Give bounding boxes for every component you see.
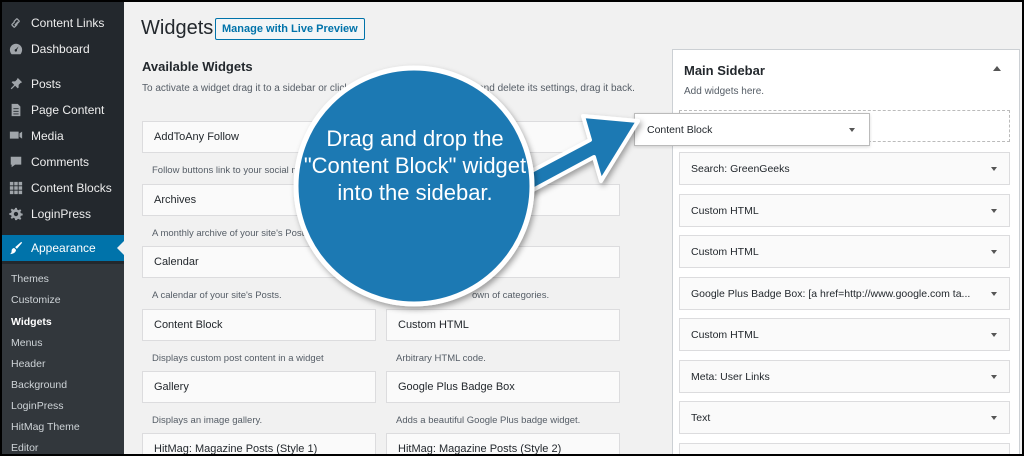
widget-hitmag-style-2[interactable]: HitMag: Magazine Posts (Style 2) bbox=[386, 433, 620, 454]
media-icon bbox=[8, 128, 24, 144]
menu-label: Dashboard bbox=[31, 42, 90, 56]
widget-description: Displays custom post content in a widget bbox=[152, 353, 324, 364]
widget-content-block[interactable]: Content Block bbox=[142, 309, 376, 341]
menu-label: Content Links bbox=[31, 16, 105, 30]
sidebar-widget-label: Meta: User Links bbox=[691, 370, 770, 383]
dashboard-icon bbox=[8, 41, 24, 57]
sidebar-title[interactable]: Main Sidebar bbox=[684, 63, 765, 78]
submenu-loginpress[interactable]: LoginPress bbox=[11, 400, 64, 412]
collapse-arrow-icon[interactable] bbox=[993, 66, 1001, 71]
submenu-hitmag-theme[interactable]: HitMag Theme bbox=[11, 421, 80, 433]
menu-label: Comments bbox=[31, 155, 90, 169]
widget-google-plus-badge-box[interactable]: Google Plus Badge Box bbox=[386, 371, 620, 403]
sidebar-widget-meta[interactable]: Meta: User Links bbox=[679, 360, 1010, 393]
caret-down-icon[interactable] bbox=[991, 416, 997, 420]
available-widgets-description: To activate a widget drag it to a sideba… bbox=[142, 83, 635, 94]
sidebar-widget-label: Google Plus Badge Box: [a href=http://ww… bbox=[691, 287, 971, 300]
widget-description: Follow buttons link to your social media… bbox=[152, 165, 320, 176]
sidebar-widget-label: Text bbox=[691, 411, 711, 424]
menu-label: Appearance bbox=[31, 241, 96, 255]
menu-item-page-content[interactable]: Page Content bbox=[2, 97, 124, 123]
menu-label: Posts bbox=[31, 77, 62, 91]
widget-description: A monthly archive of your site's Posts. bbox=[152, 228, 312, 239]
menu-item-media[interactable]: Media bbox=[2, 123, 124, 149]
menu-item-posts[interactable]: Posts bbox=[2, 71, 124, 97]
caret-down-icon[interactable] bbox=[991, 167, 997, 171]
available-widgets-title: Available Widgets bbox=[142, 59, 253, 74]
widget-description: A calendar of your site's Posts. bbox=[152, 290, 282, 301]
live-preview-button[interactable]: Manage with Live Preview bbox=[215, 18, 365, 40]
comment-icon bbox=[8, 154, 24, 170]
widget-description: Adds a beautiful Google Plus badge widge… bbox=[396, 415, 581, 426]
grid-icon bbox=[8, 180, 24, 196]
widget-hitmag-style-1[interactable]: HitMag: Magazine Posts (Style 1) bbox=[142, 433, 376, 454]
submenu-customize[interactable]: Customize bbox=[11, 294, 61, 306]
widget-gallery[interactable]: Gallery bbox=[142, 371, 376, 403]
submenu-editor[interactable]: Editor bbox=[11, 442, 38, 454]
main-sidebar-panel: Main Sidebar Add widgets here. Search: G… bbox=[672, 49, 1020, 454]
admin-menu: Content Links Dashboard Posts Page Conte… bbox=[2, 2, 124, 454]
menu-label: Content Blocks bbox=[31, 181, 112, 195]
menu-item-dashboard[interactable]: Dashboard bbox=[2, 36, 124, 62]
submenu-menus[interactable]: Menus bbox=[11, 337, 43, 349]
appearance-submenu: Themes Customize Widgets Menus Header Ba… bbox=[2, 264, 124, 454]
sidebar-description: Add widgets here. bbox=[684, 86, 765, 97]
page-icon bbox=[8, 102, 24, 118]
widget-description: own of categories. bbox=[472, 290, 550, 301]
submenu-themes[interactable]: Themes bbox=[11, 273, 49, 285]
caret-down-icon[interactable] bbox=[991, 375, 997, 379]
sidebar-widget-label: Custom HTML bbox=[691, 328, 759, 341]
widget-custom-html[interactable]: Custom HTML bbox=[386, 309, 620, 341]
sidebar-widget-partial[interactable] bbox=[679, 443, 1010, 454]
widget-calendar[interactable]: Calendar bbox=[142, 246, 620, 278]
sidebar-widget-google-plus[interactable]: Google Plus Badge Box: [a href=http://ww… bbox=[679, 277, 1010, 310]
menu-item-content-links[interactable]: Content Links bbox=[2, 10, 124, 36]
sidebar-widget-custom-html[interactable]: Custom HTML bbox=[679, 235, 1010, 268]
gear-icon bbox=[8, 206, 24, 222]
sidebar-widget-custom-html[interactable]: Custom HTML bbox=[679, 194, 1010, 227]
caret-down-icon[interactable] bbox=[991, 333, 997, 337]
widget-description: Displays an image gallery. bbox=[152, 415, 263, 426]
menu-label: LoginPress bbox=[31, 207, 92, 221]
caret-down-icon bbox=[849, 128, 855, 132]
submenu-header[interactable]: Header bbox=[11, 358, 45, 370]
submenu-background[interactable]: Background bbox=[11, 379, 67, 391]
sidebar-widget-custom-html[interactable]: Custom HTML bbox=[679, 318, 1010, 351]
menu-label: Page Content bbox=[31, 103, 105, 117]
menu-label: Media bbox=[31, 129, 64, 143]
caret-down-icon[interactable] bbox=[991, 250, 997, 254]
menu-item-comments[interactable]: Comments bbox=[2, 149, 124, 175]
link-icon bbox=[8, 15, 24, 31]
sidebar-widget-text[interactable]: Text bbox=[679, 401, 1010, 434]
sidebar-widget-search[interactable]: Search: GreenGeeks bbox=[679, 152, 1010, 185]
caret-down-icon[interactable] bbox=[991, 209, 997, 213]
caret-down-icon[interactable] bbox=[991, 292, 997, 296]
page-title: Widgets bbox=[141, 17, 214, 39]
dragged-widget-label: Content Block bbox=[647, 123, 713, 136]
brush-icon bbox=[8, 240, 24, 256]
callout-text: Drag and drop the "Content Block" widget… bbox=[303, 126, 527, 205]
sidebar-widget-label: Search: GreenGeeks bbox=[691, 162, 790, 175]
submenu-widgets[interactable]: Widgets bbox=[11, 316, 52, 328]
screen-frame: Content Links Dashboard Posts Page Conte… bbox=[2, 2, 1022, 454]
sidebar-widget-label: Custom HTML bbox=[691, 245, 759, 258]
dragged-content-block-widget[interactable]: Content Block bbox=[634, 113, 870, 146]
widget-description: Arbitrary HTML code. bbox=[396, 353, 486, 364]
menu-item-content-blocks[interactable]: Content Blocks bbox=[2, 175, 124, 201]
menu-item-appearance[interactable]: Appearance bbox=[2, 235, 124, 261]
sidebar-widget-label: Custom HTML bbox=[691, 204, 759, 217]
pin-icon bbox=[8, 76, 24, 92]
menu-item-loginpress[interactable]: LoginPress bbox=[2, 201, 124, 227]
